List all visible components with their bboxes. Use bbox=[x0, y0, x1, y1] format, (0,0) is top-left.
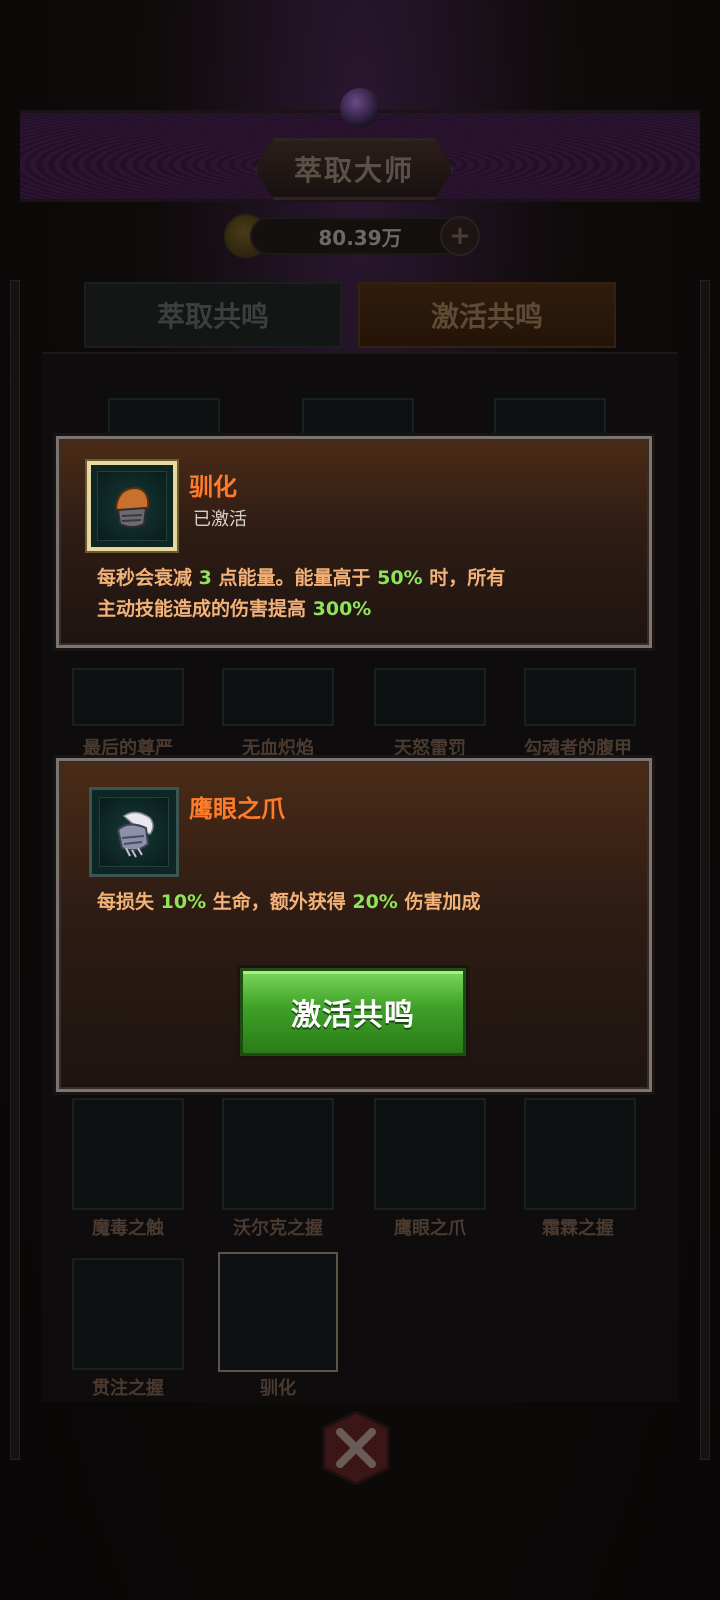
item-slot[interactable] bbox=[222, 1098, 334, 1210]
current-item-slot bbox=[87, 461, 177, 551]
crystal-orb-icon bbox=[340, 88, 380, 128]
tab-extract-resonance[interactable]: 萃取共鸣 bbox=[84, 282, 342, 348]
item-label: 勾魂者的腹甲 bbox=[524, 738, 632, 759]
tab-activate-resonance[interactable]: 激活共鸣 bbox=[358, 282, 616, 348]
item-slot[interactable] bbox=[72, 1098, 184, 1210]
item-label: 魔毒之触 bbox=[92, 1218, 164, 1239]
item-slot[interactable] bbox=[222, 668, 334, 726]
item-slot[interactable] bbox=[374, 668, 486, 726]
item-label: 沃尔克之握 bbox=[233, 1218, 323, 1239]
currency-display: 80.39万 bbox=[250, 217, 470, 255]
target-item-slot bbox=[89, 787, 179, 877]
target-item-description: 每损失 10% 生命，额外获得 20% 伤害加成 bbox=[97, 891, 481, 913]
item-label: 贯注之握 bbox=[92, 1378, 164, 1399]
target-item-name: 鹰眼之爪 bbox=[189, 795, 285, 823]
close-icon[interactable] bbox=[316, 1408, 396, 1488]
item-label: 霜霖之握 bbox=[542, 1218, 614, 1239]
item-slot[interactable] bbox=[524, 668, 636, 726]
frame-left bbox=[10, 280, 20, 1460]
item-slot-selected[interactable] bbox=[218, 1252, 338, 1372]
activate-resonance-button[interactable]: 激活共鸣 bbox=[240, 968, 466, 1056]
item-label: 驯化 bbox=[260, 1378, 296, 1399]
item-label: 最后的尊严 bbox=[83, 738, 173, 759]
title-plate: 萃取大师 bbox=[254, 138, 454, 200]
page-title: 萃取大师 bbox=[293, 154, 414, 187]
gauntlet-icon bbox=[97, 471, 167, 541]
item-label: 无血炽焰 bbox=[242, 738, 314, 759]
item-label: 天怒雷罚 bbox=[394, 738, 466, 759]
activate-resonance-button-label: 激活共鸣 bbox=[291, 998, 415, 1033]
current-item-name: 驯化 bbox=[189, 473, 237, 501]
current-item-description: 每秒会衰减 3 点能量。能量高于 50% 时，所有 主动技能造成的伤害提高 300… bbox=[97, 567, 506, 620]
item-slot[interactable] bbox=[524, 1098, 636, 1210]
frame-right bbox=[700, 280, 710, 1460]
item-slot[interactable] bbox=[72, 1258, 184, 1370]
current-item-status: 已激活 bbox=[193, 509, 247, 530]
plus-icon[interactable]: + bbox=[440, 216, 480, 256]
claw-gauntlet-icon bbox=[99, 797, 169, 867]
currency-amount: 80.39万 bbox=[318, 225, 402, 250]
current-resonance-card: 驯化 已激活 每秒会衰减 3 点能量。能量高于 50% 时，所有 主动技能造成的伤… bbox=[56, 436, 652, 648]
item-slot[interactable] bbox=[374, 1098, 486, 1210]
item-slot[interactable] bbox=[72, 668, 184, 726]
item-label: 鹰眼之爪 bbox=[394, 1218, 466, 1239]
